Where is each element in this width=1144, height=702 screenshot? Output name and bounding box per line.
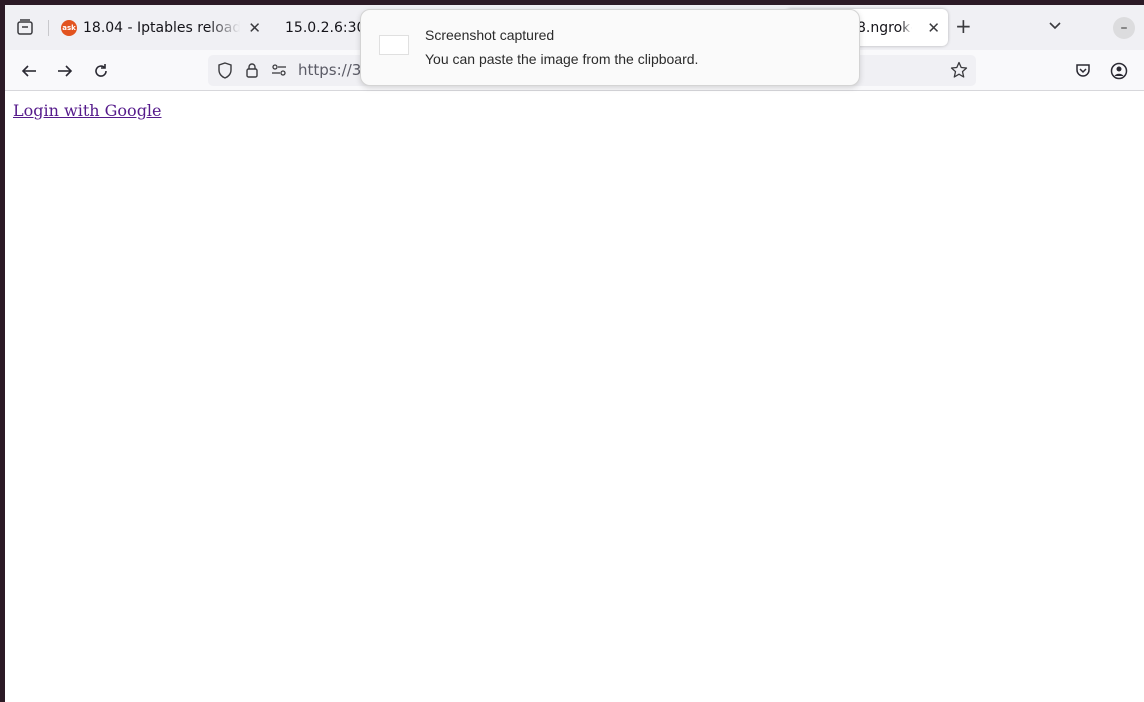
account-button[interactable]: [1106, 58, 1132, 84]
minimize-icon: –: [1120, 20, 1128, 36]
tab-separator: [48, 20, 49, 36]
notification-body: You can paste the image from the clipboa…: [425, 51, 699, 67]
shield-icon[interactable]: [217, 62, 233, 83]
minimize-window-button[interactable]: –: [1113, 17, 1135, 39]
pocket-icon: [1076, 64, 1090, 77]
new-tab-button[interactable]: +: [955, 16, 972, 36]
bookmark-star-icon[interactable]: [950, 61, 968, 83]
pocket-button[interactable]: [1070, 58, 1096, 84]
tab-label: 18.04 - Iptables reload/re: [83, 19, 241, 36]
lock-icon[interactable]: [245, 62, 259, 82]
forward-arrow-icon: [58, 65, 73, 77]
reload-icon: [95, 64, 107, 77]
permissions-icon[interactable]: [271, 62, 287, 82]
tab-overview-button[interactable]: [9, 11, 41, 43]
screenshot-thumbnail: [379, 35, 409, 55]
back-arrow-icon: [21, 65, 36, 77]
tab-overview-icon: [17, 19, 33, 35]
close-tab-icon[interactable]: ✕: [921, 19, 948, 37]
tab-label: 8.ngrok-fr: [857, 19, 912, 36]
login-with-google-link[interactable]: Login with Google: [13, 101, 162, 120]
notification-title: Screenshot captured: [425, 27, 555, 43]
tab-label: 15.0.2.6:300: [285, 19, 365, 36]
back-button[interactable]: [16, 58, 42, 84]
chevron-down-icon: [1049, 22, 1061, 30]
forward-button[interactable]: [52, 58, 78, 84]
page-content: Login with Google: [5, 91, 1144, 702]
screenshot-notification[interactable]: Screenshot captured You can paste the im…: [360, 9, 860, 86]
tab-iptables[interactable]: ask 18.04 - Iptables reload/re ✕: [55, 9, 269, 46]
reload-button[interactable]: [88, 58, 114, 84]
list-all-tabs-button[interactable]: [1047, 17, 1063, 37]
tab-local-server[interactable]: 15.0.2.6:300: [279, 9, 365, 46]
url-text[interactable]: https://3: [298, 61, 361, 79]
browser-window: ask 18.04 - Iptables reload/re ✕ 15.0.2.…: [5, 5, 1144, 702]
askubuntu-favicon-icon: ask: [61, 19, 77, 36]
account-icon: [1110, 62, 1128, 80]
close-tab-icon[interactable]: ✕: [240, 19, 269, 37]
